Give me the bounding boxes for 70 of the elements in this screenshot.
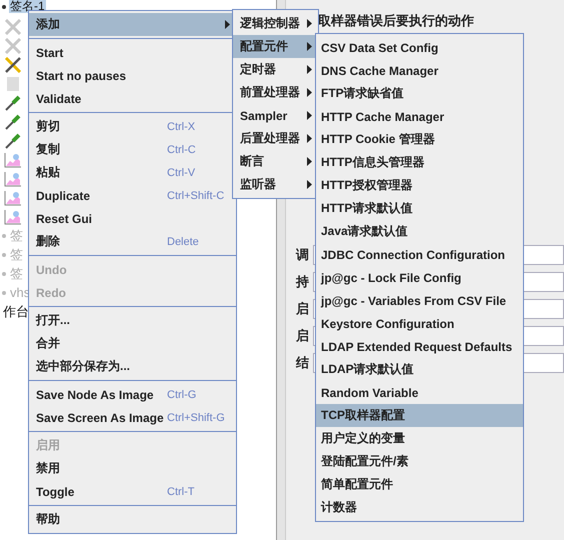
field-label: 结 [296, 354, 309, 372]
menu-item[interactable]: Validate [29, 87, 236, 110]
tree-item[interactable]: 作台 [2, 302, 30, 320]
menu-item[interactable]: TCP取样器配置 [316, 404, 523, 427]
submenu-arrow-icon [307, 42, 312, 51]
menu-item[interactable]: 选中部分保存为... [29, 355, 236, 378]
menu-item[interactable]: 登陆配置元件/素 [316, 450, 523, 473]
menu-item[interactable]: Save Node As Image Ctrl-G [29, 383, 236, 406]
submenu-arrow-icon [307, 65, 312, 74]
submenu-arrow-icon [307, 111, 312, 120]
submenu-arrow-icon [307, 134, 312, 143]
menu-item[interactable]: HTTP Cookie 管理器 [316, 128, 523, 151]
menu-item[interactable]: 监听器 [233, 173, 318, 196]
menu-item[interactable]: 禁用 [29, 457, 236, 480]
menu-item[interactable]: 粘贴 Ctrl-V [29, 161, 236, 184]
graph-icon[interactable] [4, 208, 22, 224]
menu-item[interactable]: 合并 [29, 332, 236, 355]
pipette-icon[interactable] [4, 114, 22, 130]
field-label: 启 [296, 300, 309, 318]
menu-item[interactable]: HTTP信息头管理器 [316, 151, 523, 174]
submenu-arrow-icon [307, 157, 312, 166]
tools-icon[interactable] [4, 56, 22, 72]
graph-icon[interactable] [4, 170, 22, 186]
pipette-icon[interactable] [4, 94, 22, 110]
menu-item[interactable]: 逻辑控制器 [233, 12, 318, 35]
menu-item[interactable]: 简单配置元件 [316, 473, 523, 496]
menu-item[interactable]: Save Screen As Image Ctrl+Shift-G [29, 406, 236, 429]
menu-item[interactable]: Keystore Configuration [316, 312, 523, 335]
menu-item[interactable]: 用户定义的变量 [316, 427, 523, 450]
menu-item[interactable]: LDAP请求默认值 [316, 358, 523, 381]
menu-item[interactable]: Java请求默认值 [316, 220, 523, 243]
menu-item[interactable]: 定时器 [233, 58, 318, 81]
menu-item[interactable]: FTP请求缺省值 [316, 82, 523, 105]
field-label: 启 [296, 326, 309, 344]
menu-item[interactable]: jp@gc - Variables From CSV File [316, 289, 523, 312]
menu-item[interactable]: Start [29, 41, 236, 64]
field-label: 持 [296, 272, 309, 290]
menu-item[interactable]: jp@gc - Lock File Config [316, 266, 523, 289]
menu-item[interactable]: Duplicate Ctrl+Shift-C [29, 184, 236, 207]
menu-item[interactable]: Toggle Ctrl-T [29, 480, 236, 503]
submenu-arrow-icon [307, 180, 312, 189]
menu-item[interactable]: 复制 Ctrl-C [29, 138, 236, 161]
menu-item[interactable]: CSV Data Set Config [316, 36, 523, 59]
pipette-icon[interactable] [4, 132, 22, 148]
menu-item[interactable]: 计数器 [316, 496, 523, 519]
menu-item[interactable]: Sampler [233, 104, 318, 127]
menu-item[interactable]: DNS Cache Manager [316, 59, 523, 82]
menu-item[interactable]: 打开... [29, 309, 236, 332]
menu-item[interactable]: Random Variable [316, 381, 523, 404]
menu-item[interactable]: Reset Gui [29, 207, 236, 230]
menu-item[interactable]: HTTP授权管理器 [316, 174, 523, 197]
menu-item[interactable]: 帮助 [29, 508, 236, 531]
menu-item[interactable]: 删除 Delete [29, 230, 236, 253]
menu-item[interactable]: JDBC Connection Configuration [316, 243, 523, 266]
submenu-arrow-icon [307, 88, 312, 97]
menu-item[interactable]: LDAP Extended Request Defaults [316, 335, 523, 358]
menu-item[interactable]: 前置处理器 [233, 81, 318, 104]
menu-item[interactable]: 断言 [233, 150, 318, 173]
graph-icon[interactable] [4, 190, 22, 206]
menu-item[interactable]: 配置元件 [233, 35, 318, 58]
submenu-arrow-icon [307, 19, 312, 28]
menu-item[interactable]: 剪切 Ctrl-X [29, 115, 236, 138]
field-label: 调 [296, 246, 309, 264]
submenu-arrow-icon [225, 20, 230, 29]
section-title: 取样器错误后要执行的动作 [318, 12, 475, 30]
menu-item[interactable]: HTTP Cache Manager [316, 105, 523, 128]
menu-item[interactable]: 后置处理器 [233, 127, 318, 150]
graph-icon[interactable] [4, 152, 22, 168]
menu-item[interactable]: Start no pauses [29, 64, 236, 87]
menu-item[interactable]: HTTP请求默认值 [316, 197, 523, 220]
